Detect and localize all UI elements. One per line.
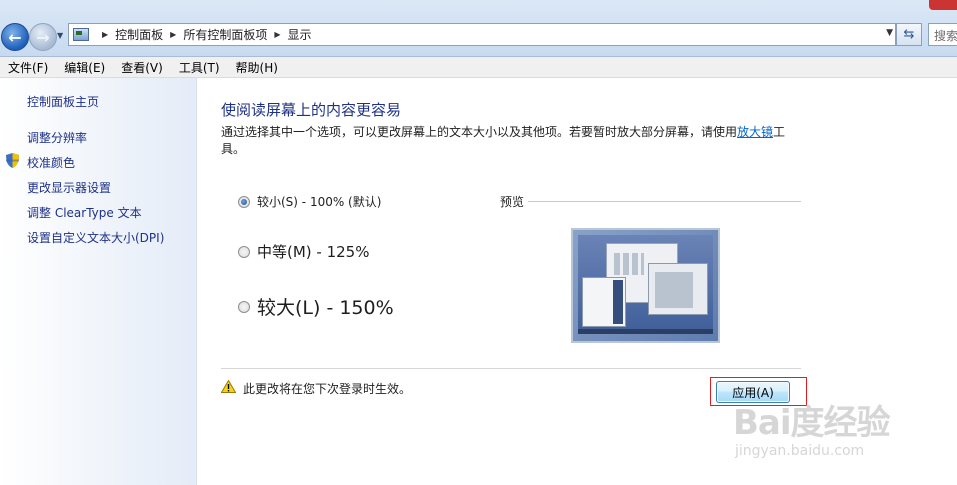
preview-tiles	[614, 253, 644, 275]
sidebar-item-cleartype[interactable]: 调整 ClearType 文本	[27, 204, 142, 221]
refresh-icon: ⇆	[903, 27, 915, 42]
recent-pages-button[interactable]: ▼	[57, 31, 67, 41]
preview-image	[571, 228, 720, 343]
page-title: 使阅读屏幕上的内容更容易	[221, 101, 402, 119]
option-large[interactable]: 较大(L) - 150%	[238, 293, 394, 320]
close-window-button[interactable]	[929, 0, 957, 10]
arrow-left-icon: ←	[8, 27, 22, 47]
warning-text: 此更改将在您下次登录时生效。	[243, 382, 412, 396]
baidu-watermark: Bai度经验 jingyan.baidu.com	[733, 395, 913, 465]
option-small-label: 较小(S) - 100% (默认)	[257, 195, 382, 209]
divider	[221, 368, 801, 369]
menu-edit[interactable]: 编辑(E)	[56, 59, 113, 76]
description-text: 通过选择其中一个选项，可以更改屏幕上的文本大小以及其他项。若要暂时放大部分屏幕，…	[221, 125, 738, 139]
menu-file[interactable]: 文件(F)	[0, 59, 56, 76]
forward-button[interactable]: →	[29, 23, 57, 51]
control-panel-icon	[73, 28, 89, 41]
breadcrumb-all-items[interactable]: 所有控制面板项	[183, 26, 267, 43]
breadcrumb-separator-icon[interactable]: ▶	[102, 30, 108, 39]
arrow-right-icon: →	[36, 27, 50, 47]
sidebar-item-display-settings[interactable]: 更改显示器设置	[27, 179, 111, 196]
page-description: 通过选择其中一个选项，可以更改屏幕上的文本大小以及其他项。若要暂时放大部分屏幕，…	[221, 124, 801, 158]
preview-taskbar	[578, 329, 713, 334]
shield-icon	[6, 153, 19, 168]
menu-view[interactable]: 查看(V)	[113, 59, 171, 76]
radio-medium[interactable]	[238, 245, 250, 258]
breadcrumb-control-panel[interactable]: 控制面板	[115, 26, 163, 43]
menu-tools[interactable]: 工具(T)	[171, 59, 228, 76]
menu-bar: 文件(F) 编辑(E) 查看(V) 工具(T) 帮助(H)	[0, 57, 957, 78]
watermark-logo: Bai度经验	[733, 403, 891, 443]
option-small[interactable]: 较小(S) - 100% (默认)	[238, 193, 381, 210]
search-input[interactable]: 搜索	[928, 23, 957, 46]
preview-window-front	[648, 263, 708, 315]
back-button[interactable]: ←	[1, 23, 29, 51]
option-large-label: 较大(L) - 150%	[257, 297, 394, 319]
breadcrumb-separator-icon[interactable]: ▶	[274, 30, 280, 39]
address-field[interactable]: ▶ 控制面板 ▶ 所有控制面板项 ▶ 显示 ▼	[68, 23, 896, 46]
breadcrumb-display[interactable]: 显示	[288, 26, 312, 43]
preview-label: 预览	[500, 195, 525, 209]
radio-small[interactable]	[238, 195, 250, 208]
sidebar-item-home[interactable]: 控制面板主页	[27, 93, 99, 110]
refresh-button[interactable]: ⇆	[896, 23, 922, 46]
breadcrumb-separator-icon[interactable]: ▶	[170, 30, 176, 39]
sidebar-item-custom-dpi[interactable]: 设置自定义文本大小(DPI)	[27, 229, 164, 246]
radio-large[interactable]	[238, 300, 250, 313]
option-medium[interactable]: 中等(M) - 125%	[238, 241, 369, 262]
preview-window-list	[582, 277, 626, 327]
option-medium-label: 中等(M) - 125%	[257, 243, 370, 261]
chevron-down-icon: ▼	[57, 31, 64, 40]
preview-divider	[528, 201, 801, 202]
preview-screen	[578, 235, 713, 334]
sidebar-item-resolution[interactable]: 调整分辨率	[27, 129, 87, 146]
menu-help[interactable]: 帮助(H)	[228, 59, 286, 76]
warning-icon	[221, 380, 236, 393]
address-dropdown-icon[interactable]: ▼	[886, 28, 893, 38]
sidebar-item-calibrate-color[interactable]: 校准颜色	[27, 154, 75, 171]
watermark-url: jingyan.baidu.com	[735, 443, 865, 459]
address-bar-region: ← → ▼ ▶ 控制面板 ▶ 所有控制面板项 ▶ 显示 ▼ ⇆ 搜索	[0, 0, 957, 57]
sidebar: 控制面板主页 调整分辨率 校准颜色 更改显示器设置 调整 ClearType 文…	[0, 78, 197, 485]
magnifier-link[interactable]: 放大镜	[737, 125, 773, 139]
